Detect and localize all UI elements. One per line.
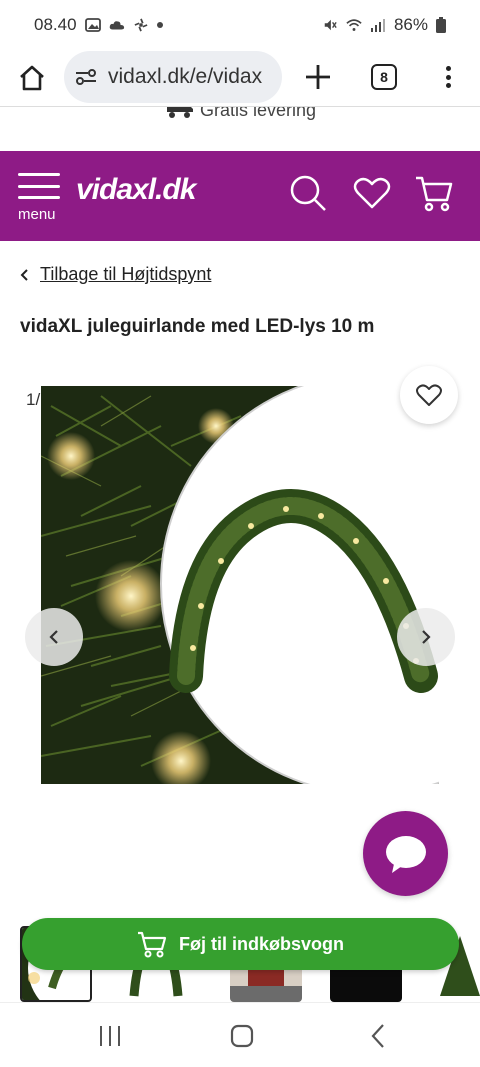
signal-icon (370, 19, 385, 32)
dot-icon (156, 22, 163, 28)
cloud-icon (109, 21, 124, 30)
home-icon[interactable] (16, 62, 48, 94)
browser-toolbar: vidaxl.dk/e/vidax 8 (0, 50, 480, 106)
chevron-left-icon (49, 630, 58, 644)
chevron-right-icon (422, 630, 431, 644)
add-to-cart-label: Føj til indkøbsvogn (179, 933, 344, 954)
delivery-text: Gratis levering (200, 106, 317, 120)
home-circle-icon[interactable] (227, 1021, 257, 1051)
logo-text: vidaxl.dk (76, 173, 196, 206)
favorite-button[interactable] (400, 366, 458, 424)
product-title: vidaXL juleguirlande med LED-lys 10 m (20, 316, 375, 337)
url-text[interactable]: vidaxl.dk/e/vidax (108, 65, 262, 89)
back-icon[interactable] (364, 1021, 394, 1051)
cart-icon[interactable] (414, 173, 454, 213)
site-header: menu vidaxl.dk (0, 151, 480, 241)
tab-count: 8 (380, 69, 388, 85)
system-navigation-bar (0, 1002, 480, 1067)
address-bar[interactable]: vidaxl.dk/e/vidax (64, 51, 282, 103)
chevron-left-icon (20, 268, 28, 281)
site-settings-icon[interactable] (74, 67, 98, 87)
tab-switcher-button[interactable]: 8 (371, 64, 397, 90)
image-icon (84, 18, 101, 32)
back-link[interactable]: Tilbage til Højtidspynt (40, 264, 211, 285)
battery-icon (436, 17, 446, 33)
hamburger-icon (18, 173, 60, 199)
truck-icon (167, 107, 193, 118)
product-image[interactable] (41, 386, 439, 784)
gallery-next-button[interactable] (397, 608, 455, 666)
vidaxl-logo[interactable]: vidaxl.dk (76, 169, 216, 219)
heart-icon (416, 384, 442, 406)
wifi-icon (346, 19, 362, 31)
image-counter: 1/ (26, 390, 41, 409)
cart-icon (138, 931, 167, 958)
new-tab-icon[interactable] (303, 62, 333, 92)
pinwheel-icon (134, 18, 147, 32)
add-to-cart-button[interactable]: Føj til indkøbsvogn (22, 918, 459, 970)
status-bar: 08.40 86% (0, 0, 480, 50)
delivery-banner: Gratis levering (0, 106, 480, 151)
status-left: 08.40 (34, 15, 163, 35)
menu-label: menu (18, 206, 56, 223)
garland-image (41, 386, 439, 784)
mute-icon (324, 19, 337, 31)
gallery-prev-button[interactable] (25, 608, 83, 666)
wishlist-heart-icon[interactable] (352, 173, 392, 213)
status-time: 08.40 (34, 15, 77, 34)
status-right: 86% (322, 15, 446, 35)
search-icon[interactable] (288, 173, 328, 213)
chat-bubble-icon (385, 835, 426, 873)
chat-button[interactable] (363, 811, 448, 896)
recent-apps-icon[interactable] (95, 1021, 125, 1051)
breadcrumb[interactable]: Tilbage til Højtidspynt (20, 264, 211, 285)
battery-level: 86% (393, 15, 428, 34)
product-gallery: 1/ (0, 360, 480, 800)
more-options-icon[interactable] (436, 60, 460, 94)
